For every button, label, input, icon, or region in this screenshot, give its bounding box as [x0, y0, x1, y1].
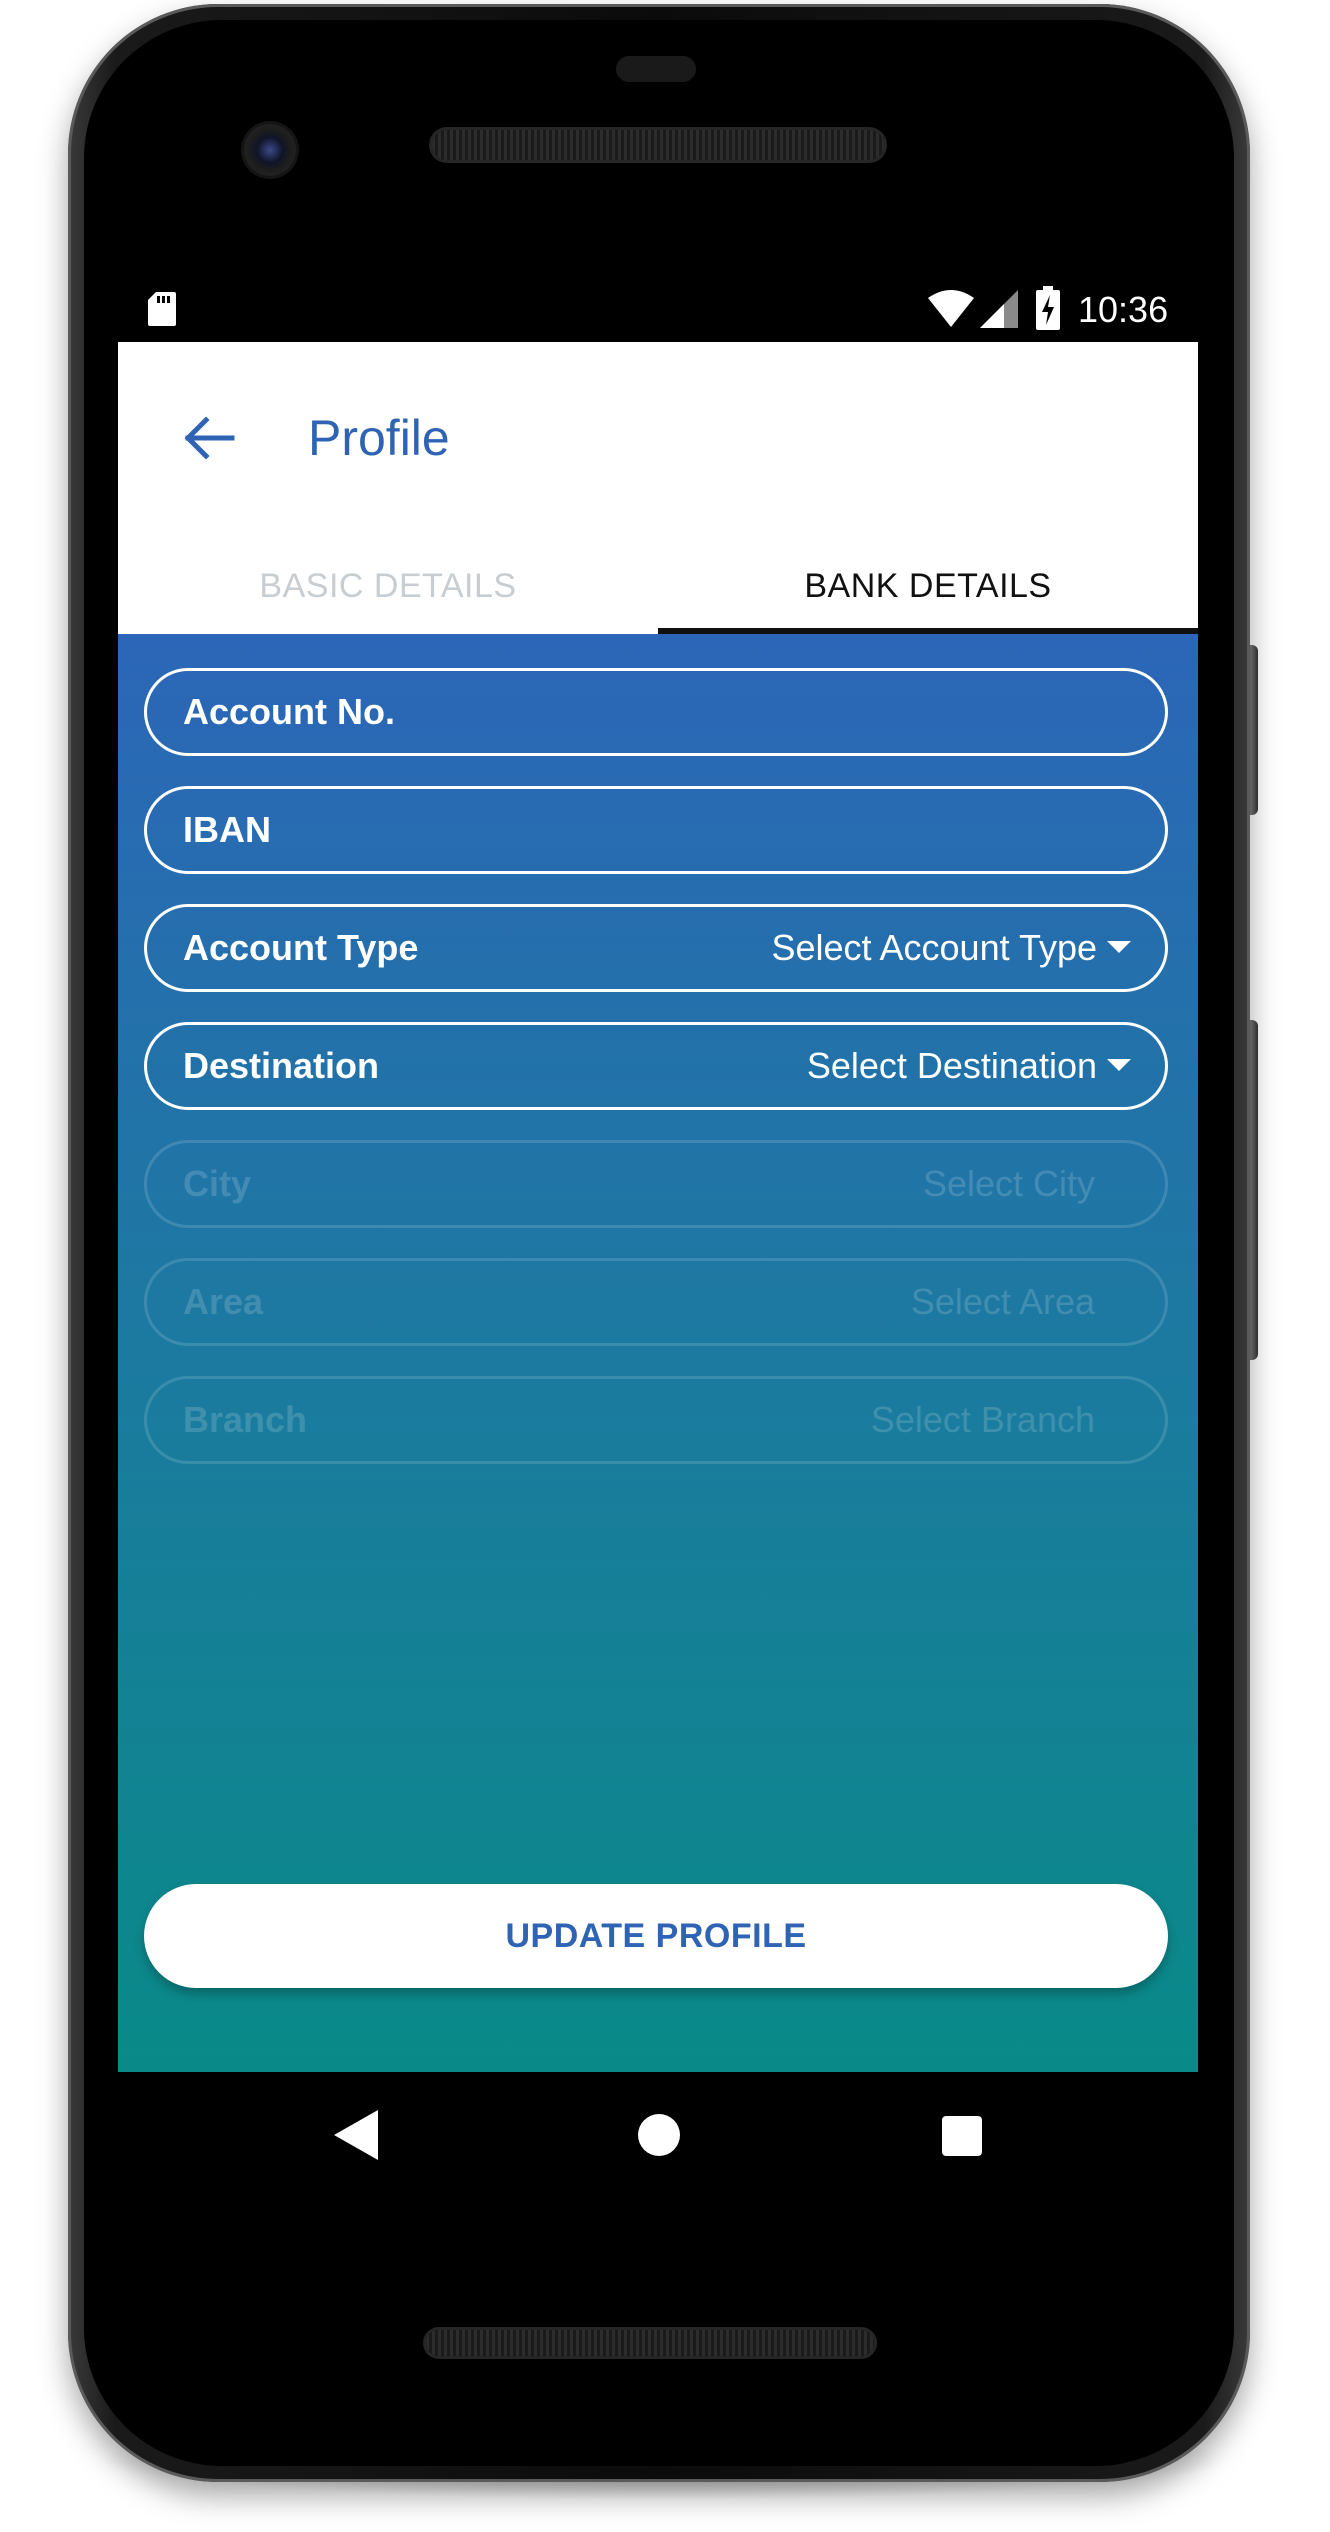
area-label: Area	[183, 1281, 264, 1322]
destination-label: Destination	[183, 1045, 380, 1086]
account-type-value: Select Account Type	[771, 927, 1097, 968]
area-dropdown: Area Select Area	[144, 1258, 1168, 1346]
page-title: Profile	[308, 410, 450, 466]
iban-field[interactable]: IBAN	[144, 786, 1168, 874]
bottom-speaker-grille	[426, 2330, 874, 2356]
battery-charging-icon	[1036, 286, 1060, 330]
caret-down-icon	[1107, 1059, 1131, 1071]
tab-basic-details[interactable]: BASIC DETAILS	[118, 538, 658, 634]
city-dropdown: City Select City	[144, 1140, 1168, 1228]
caret-down-icon	[1107, 941, 1131, 953]
iban-label: IBAN	[183, 809, 271, 850]
destination-dropdown[interactable]: Destination Select Destination	[144, 1022, 1168, 1110]
app-screen: Profile BASIC DETAILS BANK DETAILS Accou…	[118, 342, 1198, 2072]
update-profile-button[interactable]: UPDATE PROFILE	[144, 1884, 1168, 1988]
city-label: City	[183, 1163, 252, 1204]
city-value: Select City	[922, 1163, 1095, 1204]
app-bar: Profile BASIC DETAILS BANK DETAILS	[118, 342, 1198, 634]
status-time: 10:36	[1078, 289, 1169, 330]
status-bar: 10:36	[118, 280, 1198, 342]
tab-bank-details[interactable]: BANK DETAILS	[658, 538, 1198, 634]
branch-label: Branch	[183, 1399, 308, 1440]
nav-recents-icon[interactable]	[942, 2116, 982, 2156]
account-no-field[interactable]: Account No.	[144, 668, 1168, 756]
signal-icon	[980, 290, 1018, 328]
top-speaker-grille	[432, 130, 884, 160]
device-mockup: 10:36 Profile BASIC DETAILS BANK DETAILS…	[0, 0, 1330, 2532]
arrow-left-icon	[184, 416, 235, 460]
account-type-dropdown[interactable]: Account Type Select Account Type	[144, 904, 1168, 992]
branch-value: Select Branch	[870, 1399, 1095, 1440]
area-value: Select Area	[910, 1281, 1095, 1322]
branch-dropdown: Branch Select Branch	[144, 1376, 1168, 1464]
nav-home-icon[interactable]	[638, 2114, 680, 2156]
bank-details-form: Account No. IBAN Account Type Select Acc…	[118, 634, 1198, 2072]
wifi-icon	[928, 290, 974, 327]
nav-back-icon[interactable]	[334, 2110, 378, 2160]
earpiece-slot	[616, 56, 696, 82]
front-camera	[244, 124, 296, 176]
destination-value: Select Destination	[806, 1045, 1097, 1086]
account-no-label: Account No.	[183, 691, 395, 732]
account-type-label: Account Type	[183, 927, 419, 968]
back-button[interactable]	[164, 392, 256, 484]
sd-card-icon	[148, 292, 176, 326]
